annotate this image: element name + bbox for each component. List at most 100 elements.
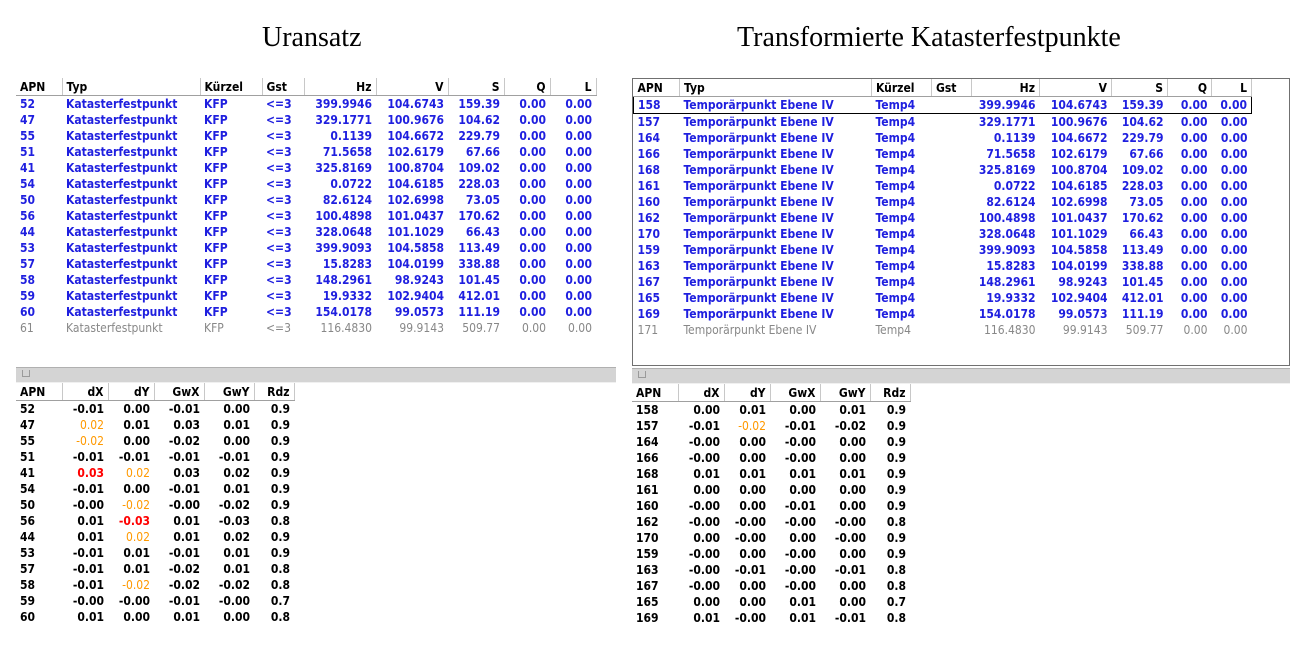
table-cell: 338.88	[1121, 259, 1164, 273]
table-row[interactable]: 56 Katasterfestpunkt KFP <=3 100.4898 101.043…	[16, 208, 596, 224]
table-row[interactable]: 168 0.01 0.01 0.01 0.01 0.9	[632, 466, 910, 482]
table-row[interactable]: 157 -0.01 -0.02 -0.01 -0.02 0.9	[632, 418, 910, 434]
column-header-v[interactable]: V	[1039, 79, 1112, 97]
table-row[interactable]: 160 Temporärpunkt Ebene IV Temp4 82.6124 102…	[634, 194, 1252, 210]
table-row[interactable]: 53 -0.01 0.01 -0.01 0.01 0.9	[16, 545, 294, 561]
table-row[interactable]: 55 -0.02 0.00 -0.02 0.00 0.9	[16, 433, 294, 449]
table-row[interactable]: 157 Temporärpunkt Ebene IV Temp4 329.1771 10…	[634, 114, 1252, 131]
table-row[interactable]: 60 0.01 0.00 0.01 0.00 0.8	[16, 609, 294, 625]
table-row[interactable]: 162 -0.00 -0.00 -0.00 -0.00 0.8	[632, 514, 910, 530]
table-cell: Temporärpunkt Ebene IV	[683, 163, 834, 177]
table-row[interactable]: 170 Temporärpunkt Ebene IV Temp4 328.0648 10…	[634, 226, 1252, 242]
column-header-rdz[interactable]: Rdz	[870, 384, 911, 402]
table-row[interactable]: 59 -0.00 -0.00 -0.01 -0.00 0.7	[16, 593, 294, 609]
table-row[interactable]: 166 -0.00 0.00 -0.00 0.00 0.9	[632, 450, 910, 466]
table-row[interactable]: 163 Temporärpunkt Ebene IV Temp4 15.8283 104…	[634, 258, 1252, 274]
column-header-q[interactable]: Q	[1167, 79, 1212, 97]
column-header-dx[interactable]: dX	[62, 383, 109, 401]
table-row[interactable]: 164 -0.00 0.00 -0.00 0.00 0.9	[632, 434, 910, 450]
table-row[interactable]: 44 0.01 0.02 0.01 0.02 0.9	[16, 529, 294, 545]
table-row[interactable]: 59 Katasterfestpunkt KFP <=3 19.9332 102.9404…	[16, 288, 596, 304]
table-row[interactable]: 169 0.01 -0.00 0.01 -0.01 0.8	[632, 610, 910, 626]
table-row[interactable]: 158 0.00 0.01 0.00 0.01 0.9	[632, 402, 910, 419]
column-header-q[interactable]: Q	[504, 78, 551, 96]
table-row[interactable]: 165 Temporärpunkt Ebene IV Temp4 19.9332 102…	[634, 290, 1252, 306]
column-header-dy[interactable]: dY	[724, 384, 771, 402]
table-row[interactable]: 54 Katasterfestpunkt KFP <=3 0.0722 104.6185 2…	[16, 176, 596, 192]
table-row[interactable]: 169 Temporärpunkt Ebene IV Temp4 154.0178 99…	[634, 306, 1252, 322]
column-header-apn[interactable]: APN	[16, 78, 63, 96]
table-row[interactable]: 160 -0.00 0.00 -0.01 0.00 0.9	[632, 498, 910, 514]
table-row[interactable]: 170 0.00 -0.00 0.00 -0.00 0.9	[632, 530, 910, 546]
table-row[interactable]: 166 Temporärpunkt Ebene IV Temp4 71.5658 102…	[634, 146, 1252, 162]
table-row[interactable]: 161 Temporärpunkt Ebene IV Temp4 0.0722 104.…	[634, 178, 1252, 194]
table-row[interactable]: 163 -0.00 -0.01 -0.00 -0.01 0.8	[632, 562, 910, 578]
column-header-typ[interactable]: Typ	[62, 78, 201, 96]
column-header-gwx[interactable]: GwX	[154, 383, 205, 401]
column-header-l[interactable]: L	[1211, 79, 1252, 97]
column-header-dx[interactable]: dX	[678, 384, 725, 402]
column-header-gst[interactable]: Gst	[931, 79, 972, 97]
table-row[interactable]: 44 Katasterfestpunkt KFP <=3 328.0648 101.102…	[16, 224, 596, 240]
table-row[interactable]: 47 Katasterfestpunkt KFP <=3 329.1771 100.967…	[16, 112, 596, 128]
column-header-k-rzel[interactable]: Kürzel	[200, 78, 263, 96]
table-cell: 56	[20, 209, 36, 223]
column-header-s[interactable]: S	[448, 78, 505, 96]
table-row[interactable]: 56 0.01 -0.03 0.01 -0.03 0.8	[16, 513, 294, 529]
table-row[interactable]: 158 Temporärpunkt Ebene IV Temp4 399.9946 10…	[633, 96, 1252, 114]
table-row[interactable]: 162 Temporärpunkt Ebene IV Temp4 100.4898 10…	[634, 210, 1252, 226]
column-header-gwy[interactable]: GwY	[820, 384, 871, 402]
table-row[interactable]: 50 -0.00 -0.02 -0.00 -0.02 0.9	[16, 497, 294, 513]
table-row[interactable]: 167 Temporärpunkt Ebene IV Temp4 148.2961 98…	[634, 274, 1252, 290]
column-header-hz[interactable]: Hz	[304, 78, 377, 96]
table-row[interactable]: 41 0.03 0.02 0.03 0.02 0.9	[16, 465, 294, 481]
table-row[interactable]: 51 -0.01 -0.01 -0.01 -0.01 0.9	[16, 449, 294, 465]
right-splitter-handle[interactable]	[632, 368, 1290, 384]
column-header-typ[interactable]: Typ	[679, 79, 872, 97]
table-row[interactable]: 54 -0.01 0.00 -0.01 0.01 0.9	[16, 481, 294, 497]
column-header-dy[interactable]: dY	[108, 383, 155, 401]
left-points-table-container[interactable]: APN Typ Kürzel Gst Hz V S Q L 52 Katasterfestpunk…	[16, 78, 616, 361]
left-residuals-table-container[interactable]: APN dX dY GwX GwY Rdz 52 -0.01 0.00 -0.01 0.00 0.9…	[16, 383, 295, 625]
left-residuals-table: APN dX dY GwX GwY Rdz 52 -0.01 0.00 -0.01 0.00 0.9…	[16, 383, 295, 625]
table-row[interactable]: 58 -0.01 -0.02 -0.02 -0.02 0.8	[16, 577, 294, 593]
table-row[interactable]: 161 0.00 0.00 0.00 0.00 0.9	[632, 482, 910, 498]
table-row[interactable]: 52 -0.01 0.00 -0.01 0.00 0.9	[16, 401, 294, 418]
column-header-gwy[interactable]: GwY	[204, 383, 255, 401]
column-header-v[interactable]: V	[376, 78, 449, 96]
table-row[interactable]: 52 Katasterfestpunkt KFP <=3 399.9946 104.674…	[16, 96, 596, 113]
table-row[interactable]: 164 Temporärpunkt Ebene IV Temp4 0.1139 104.…	[634, 130, 1252, 146]
table-row[interactable]: 171 Temporärpunkt Ebene IV Temp4 116.4830 99…	[634, 322, 1252, 338]
left-splitter-handle[interactable]	[16, 367, 616, 383]
column-header-k-rzel[interactable]: Kürzel	[871, 79, 932, 97]
table-row[interactable]: 41 Katasterfestpunkt KFP <=3 325.8169 100.870…	[16, 160, 596, 176]
table-row[interactable]: 55 Katasterfestpunkt KFP <=3 0.1139 104.6672 2…	[16, 128, 596, 144]
table-row[interactable]: 165 0.00 0.00 0.01 0.00 0.7	[632, 594, 910, 610]
table-row[interactable]: 159 -0.00 0.00 -0.00 0.00 0.9	[632, 546, 910, 562]
table-row[interactable]: 51 Katasterfestpunkt KFP <=3 71.5658 102.6179…	[16, 144, 596, 160]
table-cell: 102.6179	[1050, 147, 1108, 161]
column-header-l[interactable]: L	[550, 78, 597, 96]
table-row[interactable]: 53 Katasterfestpunkt KFP <=3 399.9093 104.585…	[16, 240, 596, 256]
table-row[interactable]: 47 0.02 0.01 0.03 0.01 0.9	[16, 417, 294, 433]
column-header-rdz[interactable]: Rdz	[254, 383, 295, 401]
column-header-gst[interactable]: Gst	[262, 78, 305, 96]
column-header-hz[interactable]: Hz	[971, 79, 1040, 97]
table-row[interactable]: 58 Katasterfestpunkt KFP <=3 148.2961 98.9243…	[16, 272, 596, 288]
table-row[interactable]: 60 Katasterfestpunkt KFP <=3 154.0178 99.0573…	[16, 304, 596, 320]
table-cell: 0.00	[519, 161, 546, 175]
right-residuals-table-container[interactable]: APN dX dY GwX GwY Rdz 158 0.00 0.01 0.00 0.01 0.9 1…	[632, 384, 911, 626]
column-header-apn[interactable]: APN	[632, 384, 679, 402]
column-header-s[interactable]: S	[1111, 79, 1168, 97]
column-header-apn[interactable]: APN	[16, 383, 63, 401]
table-row[interactable]: 57 Katasterfestpunkt KFP <=3 15.8283 104.0199…	[16, 256, 596, 272]
table-row[interactable]: 50 Katasterfestpunkt KFP <=3 82.6124 102.6998…	[16, 192, 596, 208]
table-row[interactable]: 159 Temporärpunkt Ebene IV Temp4 399.9093 10…	[634, 242, 1252, 258]
column-header-apn[interactable]: APN	[633, 79, 680, 97]
table-row[interactable]: 167 -0.00 0.00 -0.00 0.00 0.8	[632, 578, 910, 594]
right-points-table-container[interactable]: APN Typ Kürzel Gst Hz V S Q L 158 Temporärpunkt E…	[632, 78, 1290, 366]
table-row[interactable]: 57 -0.01 0.01 -0.02 0.01 0.8	[16, 561, 294, 577]
table-row[interactable]: 61 Katasterfestpunkt KFP <=3 116.4830 99.9143…	[16, 320, 596, 336]
table-row[interactable]: 168 Temporärpunkt Ebene IV Temp4 325.8169 10…	[634, 162, 1252, 178]
column-header-gwx[interactable]: GwX	[770, 384, 821, 402]
